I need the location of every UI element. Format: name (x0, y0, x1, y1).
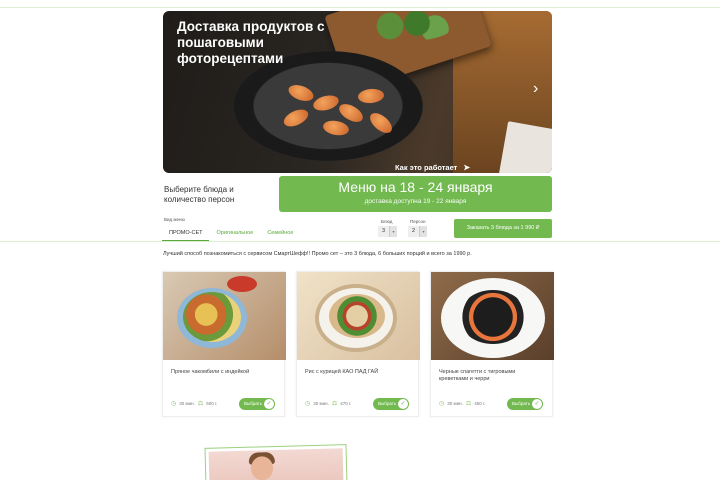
dish-card[interactable]: Черные спагетти с тигровыми креветками и… (430, 271, 554, 417)
dish-image (431, 272, 554, 360)
dish-time: 30 мин. (179, 401, 195, 406)
tab-original[interactable]: Оригинальное (209, 227, 260, 241)
choose-label: Выбрать (244, 401, 263, 406)
dish-image (297, 272, 420, 360)
dish-time: 30 мин. (313, 401, 329, 406)
check-icon: ✓ (264, 399, 274, 409)
persons-value: 2 (408, 226, 419, 237)
tab-promo-set[interactable]: ПРОМО-СЕТ (162, 227, 210, 241)
menu-week-banner: Меню на 18 - 24 января доставка доступна… (279, 176, 552, 212)
clock-icon: ◷ (305, 401, 311, 407)
menu-type-tabs: ПРОМО-СЕТ Оригинальное Семейное (162, 227, 300, 241)
dish-time: 30 мин. (447, 401, 463, 406)
next-slide-arrow-icon[interactable]: › (533, 81, 538, 97)
choose-dish-button[interactable]: Выбрать ✓ (507, 398, 543, 410)
promo-description: Лучший способ познакомиться с сервисом С… (163, 251, 472, 257)
hero-title: Доставка продуктов с пошаговыми фотореце… (177, 19, 325, 66)
scale-icon: ⚖ (197, 401, 204, 407)
section-divider (0, 241, 720, 242)
dishes-value: 3 (378, 226, 389, 237)
dishes-label: Блюд (381, 219, 393, 224)
dish-card[interactable]: Пряное чакомбили с индейкой ◷ 30 мин. ⚖ … (162, 271, 286, 417)
hero-recipe-card (498, 121, 552, 173)
chevron-down-icon: ▾ (389, 226, 397, 237)
choose-dish-button[interactable]: Выбрать ✓ (239, 398, 275, 410)
dish-weight: 450 г. (474, 401, 486, 406)
dish-meta: ◷ 30 мин. ⚖ 500 г. (171, 400, 217, 407)
scale-icon: ⚖ (331, 401, 338, 407)
check-icon: ✓ (532, 399, 542, 409)
chevron-down-icon: ▾ (419, 226, 427, 237)
menu-type-label: Вид меню (164, 217, 185, 222)
dish-image (163, 272, 286, 360)
order-button[interactable]: Заказать 3 блюда за 1 990 ₽ (454, 219, 552, 238)
person-face (250, 456, 274, 480)
dish-meta: ◷ 30 мин. ⚖ 470 г. (305, 400, 351, 407)
dish-weight: 470 г. (340, 401, 352, 406)
hero-herbs (363, 11, 453, 41)
dish-meta: ◷ 30 мин. ⚖ 450 г. (439, 400, 485, 407)
persons-select[interactable]: 2 ▾ (408, 226, 427, 237)
how-it-works-link[interactable]: Как это работает ➤ (395, 163, 470, 172)
dishes-select[interactable]: 3 ▾ (378, 226, 397, 237)
delivery-dates: доставка доступна 19 - 22 января (364, 198, 467, 205)
bottom-promo-photo (208, 448, 344, 480)
choose-dishes-text: Выберите блюда и количество персон (164, 185, 235, 204)
check-icon: ✓ (398, 399, 408, 409)
dish-card[interactable]: Рис с курицей КАО ПАД ГАЙ ◷ 30 мин. ⚖ 47… (296, 271, 420, 417)
tab-family[interactable]: Семейное (260, 227, 300, 241)
clock-icon: ◷ (171, 401, 177, 407)
dish-weight: 500 г. (206, 401, 218, 406)
choose-label: Выбрать (512, 401, 531, 406)
menu-week-title: Меню на 18 - 24 января (338, 179, 493, 195)
scale-icon: ⚖ (465, 401, 472, 407)
clock-icon: ◷ (439, 401, 445, 407)
persons-label: Персон (410, 219, 426, 224)
hero-banner[interactable]: Доставка продуктов с пошаговыми фотореце… (163, 11, 552, 173)
top-divider (0, 7, 720, 8)
dish-name: Черные спагетти с тигровыми креветками и… (439, 369, 516, 382)
choose-dish-button[interactable]: Выбрать ✓ (373, 398, 409, 410)
how-it-works-label: Как это работает (395, 163, 458, 172)
bottom-promo-image (204, 444, 348, 480)
dish-name: Пряное чакомбили с индейкой (171, 369, 250, 375)
play-icon: ➤ (463, 163, 471, 172)
dish-name: Рис с курицей КАО ПАД ГАЙ (305, 369, 379, 375)
choose-label: Выбрать (378, 401, 397, 406)
